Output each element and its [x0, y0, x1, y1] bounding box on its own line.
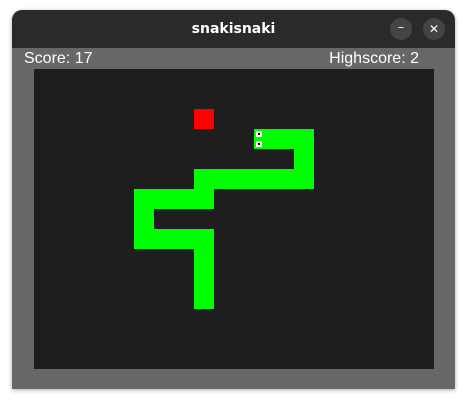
title-bar[interactable]: snakisnaki – ✕	[12, 10, 455, 48]
food-apple	[194, 109, 214, 129]
close-button[interactable]: ✕	[423, 18, 445, 40]
snake-segment	[214, 169, 234, 189]
snake-segment	[294, 149, 314, 169]
game-window: snakisnaki – ✕ Score: 17 Highscore: 2	[12, 10, 455, 389]
snake-segment	[294, 129, 314, 149]
snake-segment	[234, 169, 254, 189]
snake-segment	[194, 169, 214, 189]
game-board[interactable]	[34, 69, 434, 369]
snake-segment	[174, 189, 194, 209]
snake-segment	[154, 189, 174, 209]
snake-segment	[254, 169, 274, 189]
snake-segment	[134, 229, 154, 249]
close-icon: ✕	[428, 22, 440, 36]
highscore-label: Highscore: 2	[329, 50, 419, 67]
snake-segment	[194, 189, 214, 209]
snake-segment	[194, 289, 214, 309]
game-canvas	[34, 69, 434, 369]
score-label: Score: 17	[24, 50, 93, 67]
snake-segment	[154, 229, 174, 249]
snake-segment	[274, 129, 294, 149]
minimize-icon: –	[398, 20, 404, 34]
snake-segment	[174, 229, 194, 249]
snake-segment	[294, 169, 314, 189]
snake-segment	[194, 269, 214, 289]
snake-segment	[274, 169, 294, 189]
board-background	[34, 69, 434, 369]
snake-segment	[134, 189, 154, 209]
minimize-button[interactable]: –	[390, 18, 412, 40]
snake-pupil	[258, 133, 260, 135]
snake-pupil	[258, 143, 260, 145]
snake-segment	[194, 229, 214, 249]
snake-segment	[134, 209, 154, 229]
snake-segment	[194, 249, 214, 269]
window-title: snakisnaki	[191, 21, 276, 37]
